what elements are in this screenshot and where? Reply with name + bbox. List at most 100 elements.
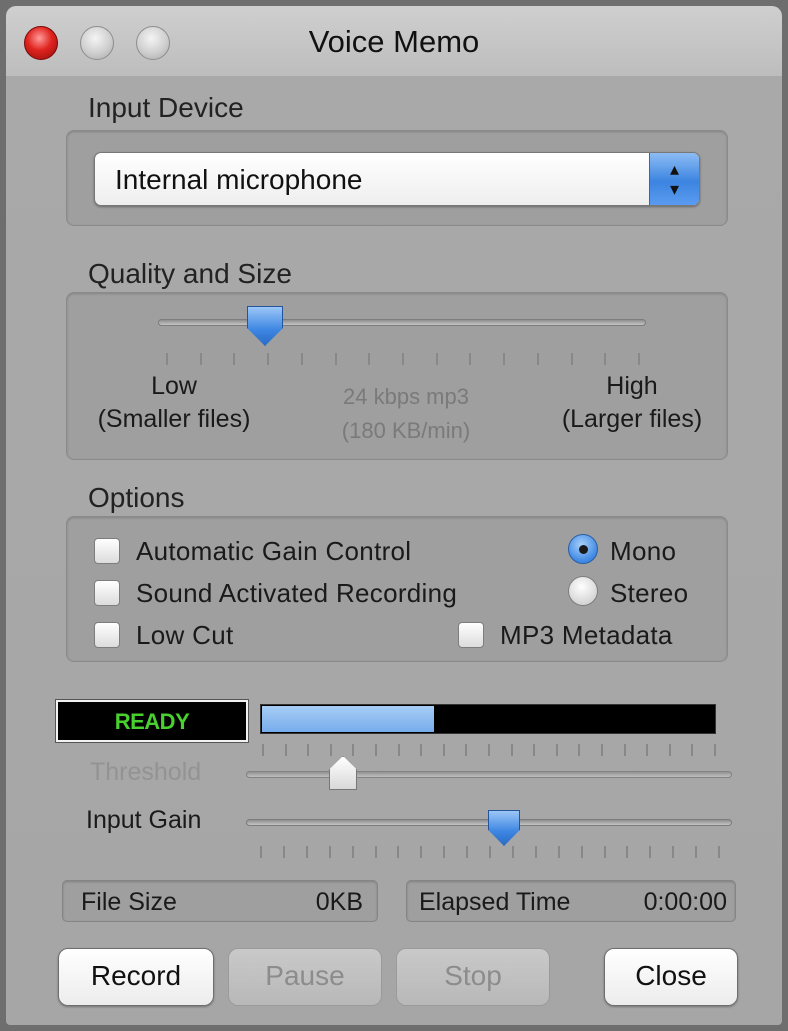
mp3-metadata-label[interactable]: MP3 Metadata [500, 620, 673, 651]
tick-mark [465, 744, 467, 756]
tick-mark [571, 353, 573, 365]
mono-radio[interactable] [568, 534, 598, 564]
tick-mark [233, 353, 235, 365]
quality-slider-track[interactable] [158, 319, 646, 326]
elapsed-time-label: Elapsed Time [419, 888, 571, 916]
tick-mark [672, 846, 674, 858]
quality-ticks [166, 353, 640, 367]
tick-mark [469, 353, 471, 365]
tick-mark [200, 353, 202, 365]
tick-mark [489, 846, 491, 858]
tick-mark [511, 744, 513, 756]
tick-mark [649, 846, 651, 858]
tick-mark [558, 846, 560, 858]
tick-mark [420, 846, 422, 858]
quality-current-rate: (180 KB/min) [341, 418, 471, 443]
window-title: Voice Memo [308, 24, 480, 59]
tick-mark [420, 744, 422, 756]
tick-mark [443, 846, 445, 858]
tick-mark [262, 744, 264, 756]
tick-mark [488, 744, 490, 756]
tick-mark [537, 353, 539, 365]
tick-mark [267, 353, 269, 365]
tick-mark [624, 744, 626, 756]
low-cut-checkbox[interactable] [94, 622, 120, 648]
file-size-box: File Size 0KB [62, 880, 378, 922]
elapsed-time-box: Elapsed Time 0:00:00 [406, 880, 736, 922]
level-meter [260, 704, 716, 734]
tick-mark [581, 846, 583, 858]
tick-mark [578, 744, 580, 756]
tick-mark [714, 744, 716, 756]
record-button[interactable]: Record [58, 948, 214, 1006]
tick-mark [535, 846, 537, 858]
popup-arrows-icon: ▴ ▾ [649, 153, 699, 205]
tick-mark [352, 744, 354, 756]
tick-mark [436, 353, 438, 365]
sound-activated-label[interactable]: Sound Activated Recording [136, 578, 457, 609]
input-gain-slider-knob[interactable] [488, 810, 520, 846]
tick-mark [466, 846, 468, 858]
tick-mark [638, 353, 640, 365]
tick-mark [375, 846, 377, 858]
quality-low-text: Low [151, 372, 197, 400]
tick-mark [443, 744, 445, 756]
quality-high-sub: (Larger files) [561, 405, 703, 433]
tick-mark [556, 744, 558, 756]
input-device-label: Input Device [88, 92, 244, 123]
file-size-label: File Size [81, 888, 177, 916]
stop-button[interactable]: Stop [396, 948, 550, 1006]
stereo-radio[interactable] [568, 576, 598, 606]
input-gain-ticks [260, 846, 720, 860]
close-button[interactable]: Close [604, 948, 738, 1006]
tick-mark [695, 846, 697, 858]
sound-activated-checkbox[interactable] [94, 580, 120, 606]
stereo-label[interactable]: Stereo [610, 578, 688, 609]
mp3-metadata-checkbox[interactable] [458, 622, 484, 648]
low-cut-label[interactable]: Low Cut [136, 620, 233, 651]
tick-mark [260, 846, 262, 858]
quality-current-format: 24 kbps mp3 [343, 384, 469, 409]
tick-mark [512, 846, 514, 858]
agc-checkbox[interactable] [94, 538, 120, 564]
pause-button[interactable]: Pause [228, 948, 382, 1006]
tick-mark [166, 353, 168, 365]
level-meter-ticks [262, 744, 716, 758]
tick-mark [306, 846, 308, 858]
elapsed-time-value: 0:00:00 [643, 888, 727, 916]
tick-mark [601, 744, 603, 756]
tick-mark [533, 744, 535, 756]
quality-label: Quality and Size [88, 258, 292, 289]
threshold-slider-track[interactable] [246, 771, 732, 778]
tick-mark [626, 846, 628, 858]
tick-mark [691, 744, 693, 756]
quality-high-text: High [606, 372, 658, 400]
tick-mark [330, 744, 332, 756]
threshold-label: Threshold [90, 758, 202, 786]
options-label: Options [88, 482, 185, 513]
tick-mark [604, 353, 606, 365]
tick-mark [307, 744, 309, 756]
tick-mark [397, 846, 399, 858]
tick-mark [283, 846, 285, 858]
tick-mark [646, 744, 648, 756]
voice-memo-window: Voice Memo Input Device Internal microph… [6, 6, 782, 1025]
input-device-popup[interactable]: Internal microphone ▴ ▾ [94, 152, 700, 206]
threshold-slider-knob[interactable] [329, 756, 357, 790]
quality-low-label: Low (Smaller files) [76, 372, 272, 434]
mono-label[interactable]: Mono [610, 536, 676, 567]
tick-mark [352, 846, 354, 858]
tick-mark [285, 744, 287, 756]
input-device-value: Internal microphone [115, 164, 363, 195]
tick-mark [329, 846, 331, 858]
tick-mark [398, 744, 400, 756]
input-gain-label: Input Gain [86, 806, 202, 834]
agc-label[interactable]: Automatic Gain Control [136, 536, 411, 567]
tick-mark [335, 353, 337, 365]
tick-mark [669, 744, 671, 756]
file-size-value: 0KB [315, 888, 363, 916]
title-bar[interactable]: Voice Memo [6, 6, 782, 76]
quality-current: 24 kbps mp3 (180 KB/min) [296, 384, 516, 444]
tick-mark [402, 353, 404, 365]
status-display: READY [55, 699, 249, 743]
